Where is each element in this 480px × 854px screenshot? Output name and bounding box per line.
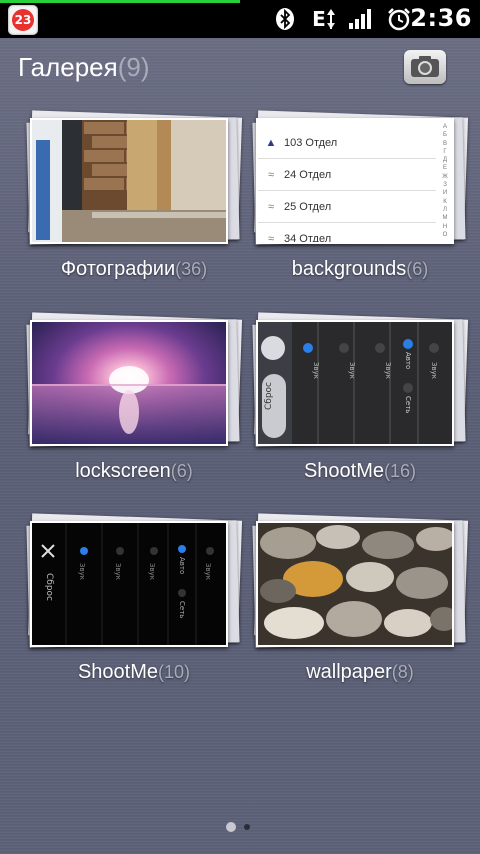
album-thumbnail-stack[interactable] [22,110,246,248]
download-progress-bar [0,0,240,3]
notification-count: 23 [12,9,34,31]
album-label: backgrounds(6) [248,258,472,281]
thumb-col-label: Звук [384,362,392,379]
thumb-col-label: Звук [348,362,356,379]
list-screenshot-thumbnail: ▲ 103 Отдел ≈ 24 Отдел ≈ 25 Отдел ≈ 34 О… [258,120,452,242]
thumb-row-label: Сеть [178,601,186,619]
album-thumbnail [30,320,228,446]
page-dot[interactable] [244,824,250,830]
album-label: ShootMe(10) [22,661,246,684]
album-thumbnail [30,118,228,244]
thumb-row-label: Сеть [404,396,412,414]
album-name: backgrounds [291,258,407,280]
album-name: ShootMe [303,460,385,482]
page-dot-active[interactable] [226,822,236,832]
album-name: ShootMe [77,661,159,683]
row-text: 103 Отдел [284,137,338,149]
album-thumbnail-stack[interactable]: Сброс Звук Звук Звук Авто Сеть Звук [22,513,246,651]
album-name: Фотографии [60,258,176,280]
album-count: (6) [170,461,193,481]
album-thumbnail-stack[interactable] [248,513,472,651]
album-label: Фотографии(36) [22,258,246,281]
album-thumbnail-stack[interactable]: ▲ 103 Отдел ≈ 24 Отдел ≈ 25 Отдел ≈ 34 О… [248,110,472,248]
row-icon: ≈ [267,201,275,213]
status-bar: 23 E 2:36 [0,0,480,38]
thumb-col-label: Звук [78,563,86,580]
album-label: lockscreen(6) [22,460,246,483]
album-thumbnail: Сброс Звук Звук Звук Авто Сеть Звук [256,320,454,446]
stones-thumbnail-image [258,523,452,645]
row-icon: ▲ [265,137,277,149]
sunset-thumbnail-image [32,322,226,444]
list-row: ▲ 103 Отдел [258,128,436,159]
album-label: ShootMe(16) [248,460,472,483]
thumb-col-label: Звук [312,362,320,379]
thumb-auto-label: Авто [178,557,186,575]
bluetooth-icon [274,7,296,31]
page-title: Галерея(9) [18,52,150,83]
camera-icon [411,56,439,77]
alarm-icon [386,7,412,31]
album-label: wallpaper(8) [248,661,472,684]
album-name: wallpaper [306,661,392,683]
clock-time: 2:36 [410,4,472,32]
network-type-label: E [312,7,326,31]
settings-screenshot-thumbnail: Сброс Звук Звук Звук Авто Сеть Звук [32,523,226,645]
signal-icon [348,7,374,31]
album-count: (10) [158,662,191,682]
page-title-text: Галерея [18,52,118,82]
album-thumbnail: ▲ 103 Отдел ≈ 24 Отдел ≈ 25 Отдел ≈ 34 О… [256,118,454,244]
list-row: ≈ 24 Отдел [258,160,436,191]
album-thumbnail-stack[interactable] [22,312,246,450]
settings-screenshot-thumbnail: Сброс Звук Звук Звук Авто Сеть Звук [258,322,452,444]
album-count: (16) [384,461,417,481]
alphabet-index: АБВГДЕЖЗИКЛМНО [442,124,448,238]
thumb-auto-label: Авто [404,352,412,370]
list-row: ≈ 34 Отдел [258,224,436,242]
camera-button[interactable] [404,50,446,84]
thumb-col-label: Звук [204,563,212,580]
album-count: (6) [406,259,429,279]
album-count: (36) [175,259,208,279]
album-name: lockscreen [75,460,171,482]
data-arrows-icon: E [310,7,338,31]
row-text: 24 Отдел [284,169,332,181]
thumb-side-label: Сброс [264,382,274,411]
notification-badge-icon[interactable]: 23 [8,5,38,35]
list-row: ≈ 25 Отдел [258,192,436,223]
page-title-count: (9) [117,52,150,82]
album-count: (8) [391,662,414,682]
thumb-side-label: Сброс [44,573,54,602]
album-thumbnail [256,521,454,647]
album-thumbnail: Сброс Звук Звук Звук Авто Сеть Звук [30,521,228,647]
row-icon: ≈ [267,233,275,242]
album-thumbnail-stack[interactable]: Сброс Звук Звук Звук Авто Сеть Звук [248,312,472,450]
row-text: 25 Отдел [284,201,332,213]
gallery-panel: Галерея(9) Фотографии(36) ▲ 103 Отдел ≈ … [0,38,480,854]
thumb-col-label: Звук [430,362,438,379]
thumb-col-label: Звук [148,563,156,580]
row-text: 34 Отдел [284,233,332,242]
photo-thumbnail-image [32,120,226,242]
row-icon: ≈ [267,169,275,181]
thumb-col-label: Звук [114,563,122,580]
